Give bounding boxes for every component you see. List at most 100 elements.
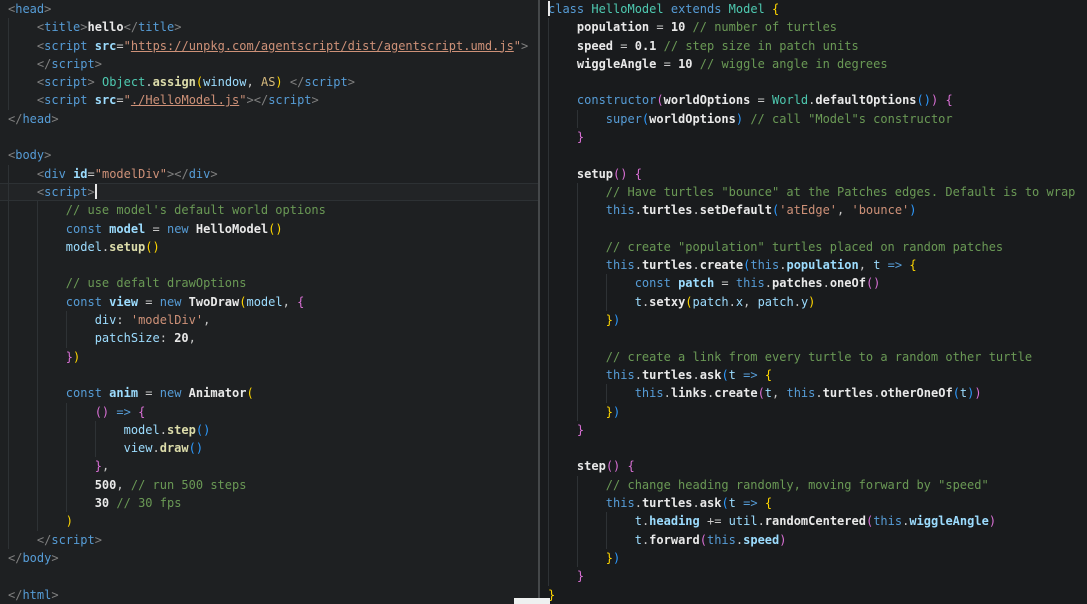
indent-guide bbox=[577, 403, 578, 421]
indent-guide bbox=[548, 91, 549, 109]
code-line: <script src="./HelloModel.js"></script> bbox=[0, 91, 538, 109]
indent-guide bbox=[8, 311, 9, 329]
indent-guide bbox=[548, 366, 549, 384]
indent-guide bbox=[8, 165, 9, 183]
indent-guide bbox=[548, 220, 549, 238]
indent-guide bbox=[8, 439, 9, 457]
code-line bbox=[540, 73, 1087, 91]
code-line: }) bbox=[0, 348, 538, 366]
code-line bbox=[540, 146, 1087, 164]
code-line: <title>hello</title> bbox=[0, 18, 538, 36]
pane-divider[interactable] bbox=[538, 0, 540, 604]
code-line: </html> bbox=[0, 586, 538, 604]
scrollbar-thumb[interactable] bbox=[514, 598, 550, 604]
editor-pane-js[interactable]: class HelloModel extends Model { populat… bbox=[540, 0, 1087, 604]
code-line: <script> Object.assign(window, AS) </scr… bbox=[0, 73, 538, 91]
indent-guide bbox=[548, 494, 549, 512]
indent-guide bbox=[548, 37, 549, 55]
code-line: }) bbox=[540, 549, 1087, 567]
indent-guide bbox=[548, 110, 549, 128]
indent-guide bbox=[8, 384, 9, 402]
indent-guide bbox=[95, 439, 96, 457]
code-line bbox=[0, 366, 538, 384]
indent-guide bbox=[548, 73, 549, 91]
code-line: super(worldOptions) // call "Model"s con… bbox=[540, 110, 1087, 128]
indent-guide bbox=[8, 256, 9, 274]
indent-guide bbox=[8, 91, 9, 109]
indent-guide bbox=[8, 403, 9, 421]
indent-guide bbox=[37, 457, 38, 475]
indent-guide bbox=[37, 384, 38, 402]
indent-guide bbox=[37, 366, 38, 384]
indent-guide bbox=[8, 55, 9, 73]
indent-guide bbox=[577, 531, 578, 549]
code-line bbox=[0, 128, 538, 146]
indent-guide bbox=[548, 549, 549, 567]
indent-guide bbox=[548, 146, 549, 164]
code-line bbox=[540, 329, 1087, 347]
indent-guide bbox=[37, 293, 38, 311]
code-line: <script src="https://unpkg.com/agentscri… bbox=[0, 37, 538, 55]
indent-guide bbox=[8, 183, 9, 201]
indent-guide bbox=[577, 110, 578, 128]
code-line: constructor(worldOptions = World.default… bbox=[540, 91, 1087, 109]
indent-guide bbox=[8, 73, 9, 91]
code-line: step() { bbox=[540, 457, 1087, 475]
code-line: model.step() bbox=[0, 421, 538, 439]
code-line: div: 'modelDiv', bbox=[0, 311, 538, 329]
indent-guide bbox=[548, 274, 549, 292]
indent-guide bbox=[8, 494, 9, 512]
code-line: const anim = new Animator( bbox=[0, 384, 538, 402]
code-line: wiggleAngle = 10 // wiggle angle in degr… bbox=[540, 55, 1087, 73]
indent-guide bbox=[548, 201, 549, 219]
indent-guide bbox=[37, 329, 38, 347]
indent-guide bbox=[8, 293, 9, 311]
code-line: } bbox=[540, 567, 1087, 585]
indent-guide bbox=[37, 256, 38, 274]
code-line: // use defalt drawOptions bbox=[0, 274, 538, 292]
indent-guide bbox=[37, 274, 38, 292]
code-line: this.turtles.setDefault('atEdge', 'bounc… bbox=[540, 201, 1087, 219]
code-line: // create "population" turtles placed on… bbox=[540, 238, 1087, 256]
indent-guide bbox=[577, 494, 578, 512]
indent-guide bbox=[548, 128, 549, 146]
code-line: this.links.create(t, this.turtles.otherO… bbox=[540, 384, 1087, 402]
indent-guide bbox=[37, 311, 38, 329]
indent-guide bbox=[548, 238, 549, 256]
code-line: class HelloModel extends Model { bbox=[540, 0, 1087, 18]
code-line bbox=[540, 220, 1087, 238]
code-line: population = 10 // number of turtles bbox=[540, 18, 1087, 36]
indent-guide bbox=[66, 403, 67, 421]
indent-guide bbox=[8, 421, 9, 439]
indent-guide bbox=[8, 329, 9, 347]
indent-guide bbox=[577, 183, 578, 201]
indent-guide bbox=[37, 348, 38, 366]
indent-guide bbox=[577, 256, 578, 274]
code-line: const patch = this.patches.oneOf() bbox=[540, 274, 1087, 292]
indent-guide bbox=[8, 512, 9, 530]
code-line: } bbox=[540, 586, 1087, 604]
indent-guide bbox=[548, 512, 549, 530]
indent-guide bbox=[577, 201, 578, 219]
code-line: } bbox=[540, 128, 1087, 146]
indent-guide bbox=[8, 457, 9, 475]
code-line: </body> bbox=[0, 549, 538, 567]
code-line: t.forward(this.speed) bbox=[540, 531, 1087, 549]
code-line: this.turtles.ask(t => { bbox=[540, 494, 1087, 512]
code-line: } bbox=[540, 421, 1087, 439]
indent-guide bbox=[548, 256, 549, 274]
indent-guide bbox=[577, 238, 578, 256]
editor-pane-html[interactable]: <head> <title>hello</title> <script src=… bbox=[0, 0, 538, 604]
indent-guide bbox=[548, 476, 549, 494]
code-line: }) bbox=[540, 311, 1087, 329]
indent-guide bbox=[577, 512, 578, 530]
code-line bbox=[0, 567, 538, 585]
indent-guide bbox=[8, 238, 9, 256]
indent-guide bbox=[548, 421, 549, 439]
indent-guide bbox=[8, 37, 9, 55]
indent-guide bbox=[577, 476, 578, 494]
code-line: // create a link from every turtle to a … bbox=[540, 348, 1087, 366]
indent-guide bbox=[37, 512, 38, 530]
indent-guide bbox=[577, 220, 578, 238]
code-line: const view = new TwoDraw(model, { bbox=[0, 293, 538, 311]
